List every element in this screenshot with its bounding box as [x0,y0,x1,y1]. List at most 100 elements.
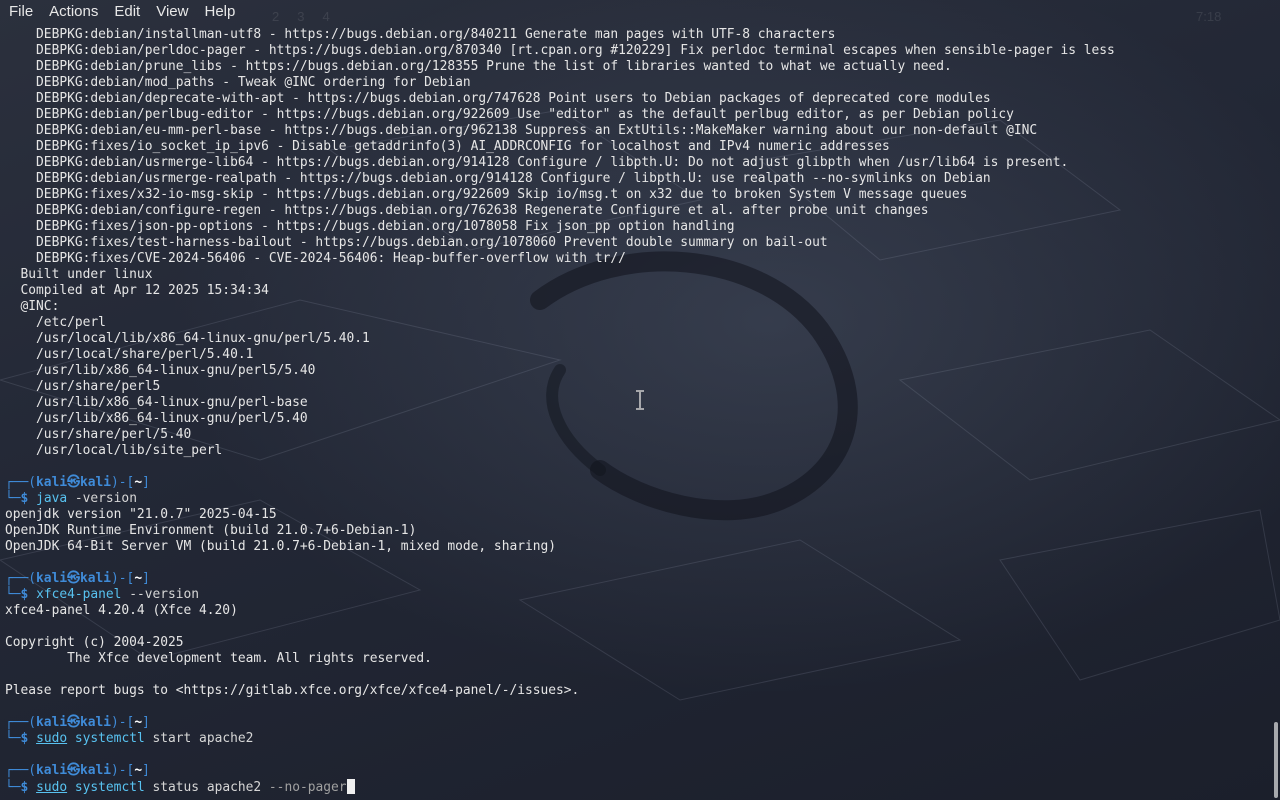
output-text: DEBPKG:debian/deprecate-with-apt - https… [5,91,991,106]
terminal-line: DEBPKG:debian/usrmerge-lib64 - https://b… [5,155,1266,171]
output-text: DEBPKG:debian/installman-utf8 - https://… [5,27,836,42]
menu-help[interactable]: Help [196,1,243,23]
terminal-line: DEBPKG:fixes/test-harness-bailout - http… [5,235,1266,251]
prompt-frame: )-[ [111,763,135,778]
prompt-directory: ~ [134,763,143,778]
terminal-line: DEBPKG:debian/deprecate-with-apt - https… [5,91,1266,107]
output-text: /usr/lib/x86_64-linux-gnu/perl5/5.40 [5,363,316,378]
output-text: DEBPKG:debian/usrmerge-realpath - https:… [5,171,991,186]
terminal-line: DEBPKG:debian/perldoc-pager - https://bu… [5,43,1266,59]
command-name: systemctl [74,731,145,746]
output-text: DEBPKG:fixes/json-pp-options - https://b… [5,219,735,234]
terminal-output[interactable]: DEBPKG:debian/installman-utf8 - https://… [5,27,1266,800]
prompt-frame: )-[ [111,571,135,586]
output-text: /usr/share/perl/5.40 [5,427,192,442]
command-args: status apache2 [144,780,269,795]
output-text: Built under linux [5,267,153,282]
output-text: DEBPKG:fixes/CVE-2024-56406 - CVE-2024-5… [5,251,626,266]
command-sudo: sudo [36,731,68,746]
prompt-frame: ] [142,763,150,778]
text-cursor-icon [636,390,644,410]
terminal-line: /usr/local/lib/x86_64-linux-gnu/perl/5.4… [5,331,1266,347]
prompt-frame: └─ [5,491,21,506]
prompt-host: kali [79,475,112,490]
text-cursor [346,779,355,794]
prompt-line: ┌──(kali㉿kali)-[~] [5,571,1266,587]
prompt-frame: ┌──( [5,475,37,490]
output-text: openjdk version "21.0.7" 2025-04-15 [5,507,277,522]
prompt-at-symbol: ㉿ [67,571,80,586]
terminal-line: DEBPKG:debian/configure-regen - https://… [5,203,1266,219]
prompt-line: ┌──(kali㉿kali)-[~] [5,763,1266,779]
prompt-frame: )-[ [111,715,135,730]
terminal-line: /etc/perl [5,315,1266,331]
output-text: DEBPKG:debian/configure-regen - https://… [5,203,929,218]
terminal-line: DEBPKG:fixes/io_socket_ip_ipv6 - Disable… [5,139,1266,155]
terminal-line: DEBPKG:fixes/json-pp-options - https://b… [5,219,1266,235]
command-args: -version [67,491,137,506]
prompt-at-symbol: ㉿ [67,763,80,778]
output-text: Please report bugs to <https://gitlab.xf… [5,683,580,698]
command-line: └─$ java -version [5,491,1266,507]
terminal-line: DEBPKG:debian/perlbug-editor - https://b… [5,107,1266,123]
command-name: java [36,491,68,506]
menu-view[interactable]: View [148,1,196,23]
output-text: xfce4-panel 4.20.4 (Xfce 4.20) [5,603,238,618]
output-text: DEBPKG:debian/eu-mm-perl-base - https://… [5,123,1038,138]
prompt-frame: └─ [5,731,21,746]
menu-file[interactable]: File [0,1,41,23]
command-args: start apache2 [144,731,254,746]
terminal-line: Copyright (c) 2004-2025 [5,635,1266,651]
prompt-frame: ] [142,571,150,586]
menu-bar: File Actions Edit View Help [0,0,1280,24]
prompt-user: kali [36,715,68,730]
output-text: DEBPKG:fixes/io_socket_ip_ipv6 - Disable… [5,139,890,154]
prompt-user: kali [36,763,68,778]
prompt-frame: ┌──( [5,763,37,778]
prompt-at-symbol: ㉿ [67,475,80,490]
output-text: DEBPKG:debian/usrmerge-lib64 - https://b… [5,155,1069,170]
prompt-at-symbol: ㉿ [67,715,80,730]
output-text: DEBPKG:fixes/test-harness-bailout - http… [5,235,828,250]
prompt-frame: ] [142,715,150,730]
menu-edit[interactable]: Edit [106,1,148,23]
terminal-line: OpenJDK Runtime Environment (build 21.0.… [5,523,1266,539]
terminal-line: /usr/lib/x86_64-linux-gnu/perl5/5.40 [5,363,1266,379]
terminal-line: DEBPKG:debian/prune_libs - https://bugs.… [5,59,1266,75]
prompt-line: ┌──(kali㉿kali)-[~] [5,715,1266,731]
output-text: /usr/local/share/perl/5.40.1 [5,347,254,362]
prompt-line: ┌──(kali㉿kali)-[~] [5,475,1266,491]
output-text: DEBPKG:debian/perldoc-pager - https://bu… [5,43,1115,58]
output-text: The Xfce development team. All rights re… [5,651,432,666]
menu-actions[interactable]: Actions [41,1,106,23]
output-text: /usr/local/lib/x86_64-linux-gnu/perl/5.4… [5,331,370,346]
terminal-line: /usr/share/perl/5.40 [5,427,1266,443]
prompt-directory: ~ [134,475,143,490]
output-text: OpenJDK 64-Bit Server VM (build 21.0.7+6… [5,539,557,554]
output-text: /etc/perl [5,315,106,330]
terminal-line: The Xfce development team. All rights re… [5,651,1266,667]
terminal-scrollbar[interactable] [1274,722,1278,798]
output-text: Copyright (c) 2004-2025 [5,635,184,650]
terminal-line: OpenJDK 64-Bit Server VM (build 21.0.7+6… [5,539,1266,555]
prompt-host: kali [79,715,112,730]
prompt-user: kali [36,475,68,490]
prompt-frame: )-[ [111,475,135,490]
prompt-frame: ┌──( [5,571,37,586]
command-option: --no-pager [268,780,347,795]
prompt-directory: ~ [134,571,143,586]
output-text: DEBPKG:debian/perlbug-editor - https://b… [5,107,1014,122]
terminal-line: Compiled at Apr 12 2025 15:34:34 [5,283,1266,299]
command-line: └─$ sudo systemctl status apache2 --no-p… [5,779,1266,795]
terminal-line: DEBPKG:debian/usrmerge-realpath - https:… [5,171,1266,187]
prompt-frame: └─ [5,587,21,602]
terminal-line: @INC: [5,299,1266,315]
